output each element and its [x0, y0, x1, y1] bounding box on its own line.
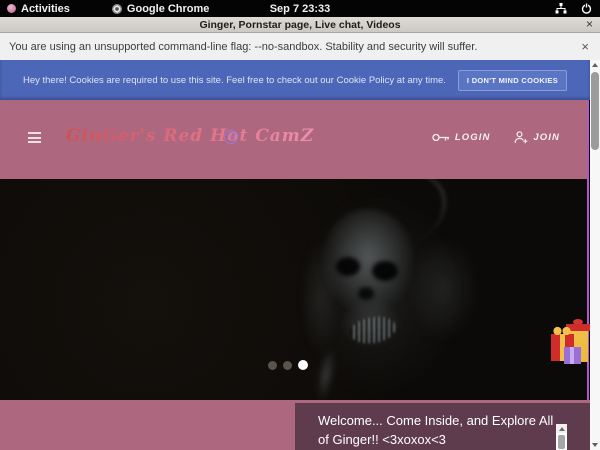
- welcome-scrollbar-thumb[interactable]: [558, 435, 565, 449]
- infobar-message: You are using an unsupported command-lin…: [9, 41, 477, 53]
- welcome-scrollbar[interactable]: [556, 424, 567, 450]
- site-logo[interactable]: GinGer's Red Hot CamZ: [66, 126, 314, 146]
- key-icon: [432, 132, 450, 143]
- window-title: Ginger, Pornstar page, Live chat, Videos: [199, 19, 400, 31]
- moon-icon: [224, 130, 238, 144]
- join-button[interactable]: JOIN: [514, 131, 560, 144]
- gnome-top-bar: Activities Google Chrome Sep 7 23:33: [0, 0, 600, 17]
- menu-hamburger-button[interactable]: [28, 132, 41, 143]
- scrollbar-down-button[interactable]: [590, 440, 600, 450]
- smoke-skull-eye-right: [372, 261, 398, 281]
- scrollbar-up-button[interactable]: [590, 60, 600, 70]
- header-actions: LOGIN JOIN: [432, 131, 560, 144]
- smoke-skull-eye-left: [336, 257, 360, 276]
- gift-purple: [564, 347, 581, 364]
- cookie-accept-button[interactable]: I DON'T MIND COOKIES: [458, 70, 567, 91]
- smoke-wisp: [408, 234, 480, 344]
- person-plus-icon: [514, 131, 528, 144]
- browser-scrollbar[interactable]: [590, 60, 600, 450]
- desktop-screen: Activities Google Chrome Sep 7 23:33: [0, 0, 600, 450]
- carousel-dot-active[interactable]: [298, 360, 308, 370]
- join-label: JOIN: [533, 132, 560, 143]
- login-button[interactable]: LOGIN: [432, 132, 491, 143]
- clock[interactable]: Sep 7 23:33: [0, 3, 600, 15]
- power-icon[interactable]: [581, 3, 592, 14]
- chrome-infobar: You are using an unsupported command-lin…: [0, 33, 600, 60]
- window-close-button[interactable]: ×: [586, 17, 593, 32]
- network-icon[interactable]: [555, 3, 567, 14]
- window-title-bar: Ginger, Pornstar page, Live chat, Videos…: [0, 17, 600, 33]
- infobar-close-icon[interactable]: ×: [581, 39, 589, 54]
- carousel-dots: [268, 360, 308, 370]
- carousel-dot[interactable]: [268, 361, 277, 370]
- welcome-scrollbar-up-icon[interactable]: [556, 424, 567, 433]
- welcome-message: Welcome... Come Inside, and Explore All …: [318, 411, 563, 449]
- login-label: LOGIN: [455, 132, 491, 143]
- cookie-banner: Hey there! Cookies are required to use t…: [0, 60, 590, 100]
- scrollbar-thumb[interactable]: [591, 72, 599, 150]
- carousel-dot[interactable]: [283, 361, 292, 370]
- welcome-box: Welcome... Come Inside, and Explore All …: [295, 403, 590, 450]
- cookie-message: Hey there! Cookies are required to use t…: [23, 75, 446, 86]
